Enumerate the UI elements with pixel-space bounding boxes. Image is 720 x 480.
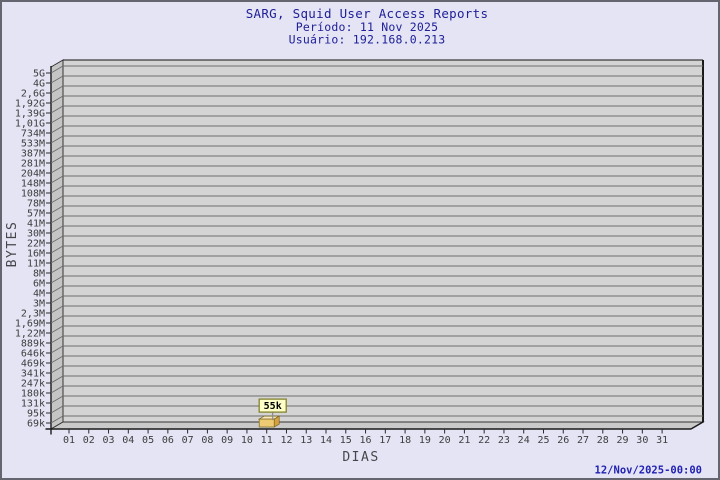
x-tick-label: 07 — [182, 435, 194, 446]
x-tick-label: 09 — [221, 435, 233, 446]
x-tick-label: 17 — [379, 435, 391, 446]
bar-front-face — [258, 418, 275, 428]
x-tick-label: 15 — [340, 435, 352, 446]
x-tick-label: 05 — [142, 435, 154, 446]
x-axis-title: DIAS — [342, 450, 379, 465]
x-tick-label: 13 — [300, 435, 312, 446]
bar-day-11 — [257, 415, 281, 428]
x-tick-label: 30 — [636, 435, 648, 446]
chart-title: SARG, Squid User Access Reports — [246, 6, 489, 21]
x-tick-label: 19 — [419, 435, 431, 446]
data-label-text: 55k — [264, 401, 282, 412]
x-tick-label: 27 — [577, 435, 589, 446]
x-tick-label: 31 — [656, 435, 668, 446]
x-tick-label: 03 — [103, 435, 115, 446]
x-tick-label: 06 — [162, 435, 174, 446]
generated-timestamp: 12/Nov/2025-00:00 — [595, 465, 702, 477]
x-tick-label: 04 — [122, 435, 134, 446]
x-tick-label: 10 — [241, 435, 253, 446]
y-axis-title: BYTES — [5, 221, 20, 268]
bars — [257, 415, 281, 428]
chart-subtitle-user: Usuário: 192.168.0.213 — [289, 33, 446, 47]
plot-svg: SARG, Squid User Access Reports Período:… — [5, 6, 705, 477]
x-tick-label: 01 — [63, 435, 75, 446]
sarg-report-chart: SARG, Squid User Access Reports Período:… — [0, 0, 720, 480]
plot-back-plane — [63, 60, 703, 422]
x-tick-label: 23 — [498, 435, 510, 446]
x-tick-label: 02 — [83, 435, 95, 446]
x-tick-label: 08 — [201, 435, 213, 446]
x-tick-label: 18 — [399, 435, 411, 446]
x-tick-label: 25 — [537, 435, 549, 446]
x-tick-label: 28 — [597, 435, 609, 446]
x-tick-label: 21 — [458, 435, 470, 446]
x-tick-label: 12 — [280, 435, 292, 446]
x-tick-label: 29 — [617, 435, 629, 446]
y-ticks — [46, 72, 51, 424]
x-tick-label: 24 — [518, 435, 530, 446]
x-tick-label: 26 — [557, 435, 569, 446]
x-tick-label: 16 — [360, 435, 372, 446]
plot-left-wall — [50, 59, 64, 430]
x-tick-label: 14 — [320, 435, 332, 446]
y-tick-label: 69k — [27, 419, 45, 430]
x-tick-label: 11 — [261, 435, 273, 446]
x-tick-label: 22 — [478, 435, 490, 446]
x-tick-label: 20 — [439, 435, 451, 446]
x-tick-labels: 01 02 03 04 05 06 07 08 09 10 11 12 13 14 15 16 17 18 19 20… — [63, 435, 668, 446]
plot-floor — [49, 421, 705, 430]
